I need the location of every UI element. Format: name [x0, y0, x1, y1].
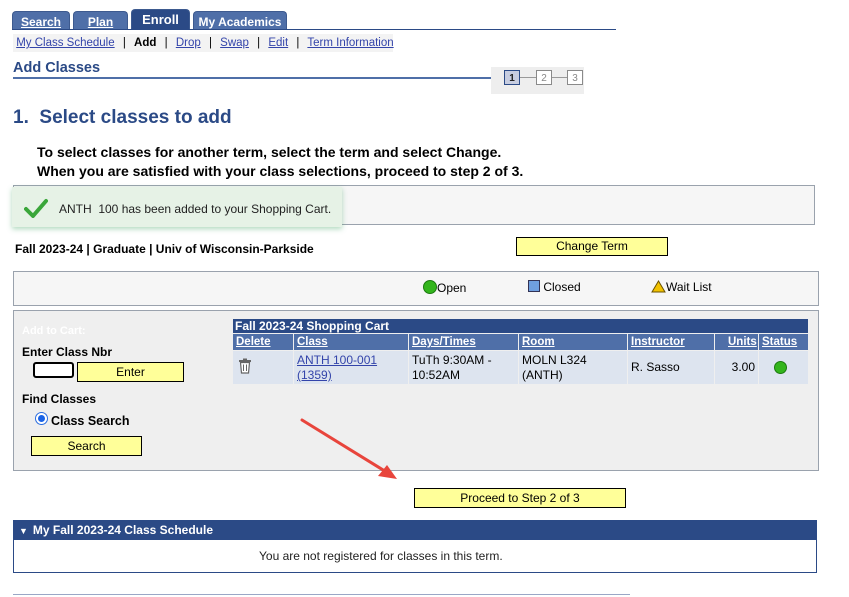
col-class[interactable]: Class	[294, 334, 408, 350]
col-days-times[interactable]: Days/Times	[409, 334, 518, 350]
step-1: 1	[504, 70, 520, 85]
col-instructor[interactable]: Instructor	[628, 334, 714, 350]
tab-underline	[12, 29, 616, 30]
legend-closed: Closed	[528, 280, 581, 294]
col-status[interactable]: Status	[759, 334, 808, 350]
confirmation-text: ANTH 100 has been added to your Shopping…	[59, 202, 332, 216]
col-units[interactable]: Units	[715, 334, 758, 350]
units-cell: 3.00	[715, 351, 758, 384]
col-room[interactable]: Room	[519, 334, 627, 350]
legend-waitlist: Wait List	[651, 280, 712, 294]
waitlist-status-icon	[651, 280, 666, 293]
tab-my-academics[interactable]: My Academics	[193, 11, 287, 30]
instruction-line-1: To select classes for another term, sele…	[37, 144, 502, 160]
step-heading: 1. Select classes to add	[13, 107, 232, 128]
subnav-term-information[interactable]: Term Information	[307, 37, 393, 49]
search-button[interactable]: Search	[31, 436, 142, 456]
trash-icon[interactable]	[238, 358, 252, 374]
subnav-swap[interactable]: Swap	[220, 37, 249, 49]
schedule-header[interactable]: ▼ My Fall 2023-24 Class Schedule	[13, 520, 817, 540]
closed-status-icon	[528, 280, 540, 292]
enter-class-nbr-label: Enter Class Nbr	[22, 345, 113, 359]
instruction-line-2: When you are satisfied with your class s…	[37, 163, 524, 179]
class-search-label: Class Search	[51, 414, 130, 428]
room-cell: MOLN L324 (ANTH)	[519, 351, 627, 384]
subnav-add: Add	[134, 37, 157, 49]
title-rule	[13, 77, 491, 79]
tab-plan[interactable]: Plan	[73, 11, 128, 30]
class-nbr-input[interactable]	[33, 362, 74, 378]
tab-enroll[interactable]: Enroll	[131, 9, 190, 30]
step-indicator: 1 2 3	[491, 67, 584, 94]
term-info: Fall 2023-24 | Graduate | Univ of Wiscon…	[15, 242, 314, 256]
subnav: My Class Schedule | Add | Drop | Swap | …	[13, 34, 394, 52]
bottom-rule	[13, 594, 630, 595]
change-term-button[interactable]: Change Term	[516, 237, 668, 256]
subnav-drop[interactable]: Drop	[176, 37, 201, 49]
tab-search[interactable]: Search	[12, 11, 70, 30]
proceed-to-step-2-button[interactable]: Proceed to Step 2 of 3	[414, 488, 626, 508]
open-status-icon	[774, 361, 787, 374]
class-link[interactable]: ANTH 100-001 (1359)	[297, 353, 377, 382]
subnav-edit[interactable]: Edit	[268, 37, 288, 49]
enter-button[interactable]: Enter	[77, 362, 184, 382]
collapse-triangle-icon[interactable]: ▼	[19, 526, 28, 536]
subnav-my-class-schedule[interactable]: My Class Schedule	[16, 37, 114, 49]
add-to-cart-label: Add to Cart:	[22, 325, 86, 337]
schedule-message: You are not registered for classes in th…	[259, 549, 503, 563]
legend-open: Open	[423, 280, 466, 295]
shopping-cart-title: Fall 2023-24 Shopping Cart	[233, 319, 808, 333]
step-2: 2	[536, 70, 552, 85]
class-search-radio[interactable]	[35, 412, 48, 425]
delete-cell	[233, 351, 293, 384]
open-status-icon	[423, 280, 437, 294]
instructions: To select classes for another term, sele…	[37, 143, 523, 181]
find-classes-label: Find Classes	[22, 392, 97, 406]
col-delete: Delete	[233, 334, 293, 350]
instructor-cell: R. Sasso	[628, 351, 714, 384]
checkmark-icon	[24, 199, 48, 218]
page-title: Add Classes	[13, 60, 101, 76]
step-3: 3	[567, 70, 583, 85]
annotation-arrow-icon	[300, 418, 397, 479]
days-times-cell: TuTh 9:30AM -10:52AM	[409, 351, 518, 384]
class-cell: ANTH 100-001 (1359)	[294, 351, 408, 384]
